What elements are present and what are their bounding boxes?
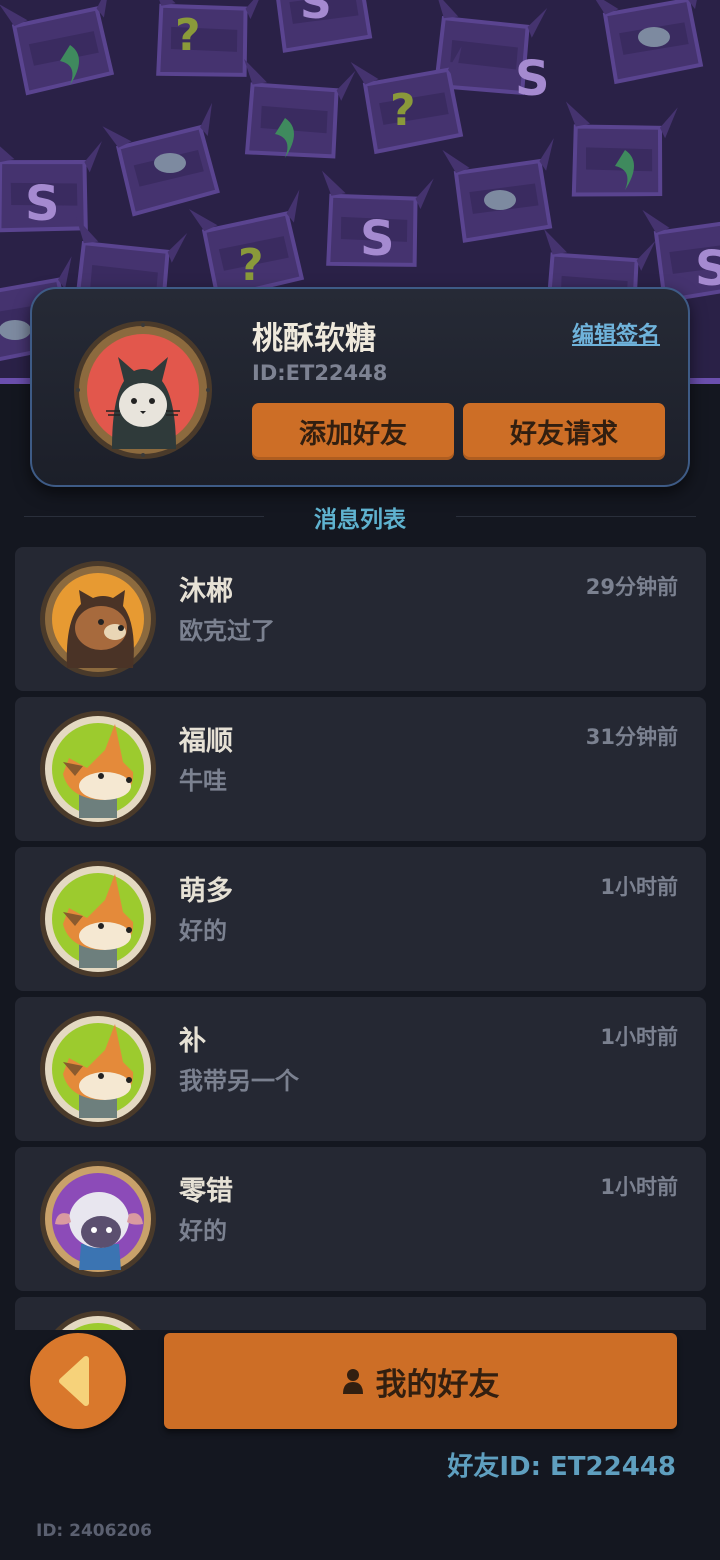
fox-avatar-icon xyxy=(40,861,156,977)
message-item[interactable]: 补 我带另一个 1小时前 xyxy=(15,997,706,1141)
profile-avatar-icon[interactable] xyxy=(72,319,214,461)
fox-avatar-icon xyxy=(40,711,156,827)
message-list-title: 消息列表 xyxy=(314,507,406,533)
profile-id: ID:ET22448 xyxy=(252,361,388,385)
svg-text:?: ? xyxy=(175,10,201,61)
bear-avatar-icon xyxy=(40,561,156,677)
message-time: 1小时前 xyxy=(600,1025,678,1049)
svg-text:S: S xyxy=(515,51,550,107)
message-time: 31分钟前 xyxy=(585,725,678,749)
contact-name: 补 xyxy=(179,1026,206,1057)
my-friends-button[interactable]: 我的好友 xyxy=(164,1333,677,1429)
message-item[interactable]: 沐郴 欧克过了 29分钟前 xyxy=(15,547,706,691)
back-arrow-icon xyxy=(59,1356,89,1406)
message-time: 1小时前 xyxy=(600,1175,678,1199)
person-icon xyxy=(342,1369,363,1394)
friend-requests-button[interactable]: 好友请求 xyxy=(463,403,665,460)
svg-text:?: ? xyxy=(390,85,416,136)
contact-name: 福顺 xyxy=(179,726,233,757)
fox-avatar-icon xyxy=(40,1011,156,1127)
build-id-text: ID: 2406206 xyxy=(36,1521,152,1541)
sheep-avatar-icon xyxy=(40,1161,156,1277)
message-preview: 好的 xyxy=(179,1217,227,1245)
contact-name: 沐郴 xyxy=(179,576,233,607)
svg-text:?: ? xyxy=(238,240,264,291)
my-friends-label: 我的好友 xyxy=(375,1366,500,1403)
message-list[interactable]: 沐郴 欧克过了 29分钟前 福顺 牛哇 31分钟前 萌多 好的 1小时前 补 我… xyxy=(15,547,706,1330)
back-button[interactable] xyxy=(30,1333,126,1429)
svg-text:S: S xyxy=(695,241,720,297)
profile-name: 桃酥软糖 xyxy=(252,321,376,357)
contact-name: 萌多 xyxy=(179,876,233,907)
friend-id-text: 好友ID: ET22448 xyxy=(447,1452,676,1482)
message-preview: 好的 xyxy=(179,917,227,945)
edit-signature-link[interactable]: 编辑签名 xyxy=(572,317,660,349)
contact-name: 零错 xyxy=(179,1176,233,1207)
message-preview: 牛哇 xyxy=(179,767,227,795)
message-item[interactable]: 零错 好的 1小时前 xyxy=(15,1147,706,1291)
add-friend-button[interactable]: 添加好友 xyxy=(252,403,454,460)
message-preview: 我带另一个 xyxy=(179,1067,299,1095)
svg-text:S: S xyxy=(300,0,332,29)
message-preview: 欧克过了 xyxy=(179,617,275,645)
message-item[interactable] xyxy=(15,1297,706,1330)
message-time: 1小时前 xyxy=(600,875,678,899)
svg-text:S: S xyxy=(25,176,60,232)
message-item[interactable]: 萌多 好的 1小时前 xyxy=(15,847,706,991)
fox-avatar-icon xyxy=(55,1311,141,1330)
profile-card: 桃酥软糖 ID:ET22448 编辑签名 添加好友 好友请求 xyxy=(30,287,690,487)
message-item[interactable]: 福顺 牛哇 31分钟前 xyxy=(15,697,706,841)
svg-text:S: S xyxy=(360,211,395,267)
message-time: 29分钟前 xyxy=(585,575,678,599)
